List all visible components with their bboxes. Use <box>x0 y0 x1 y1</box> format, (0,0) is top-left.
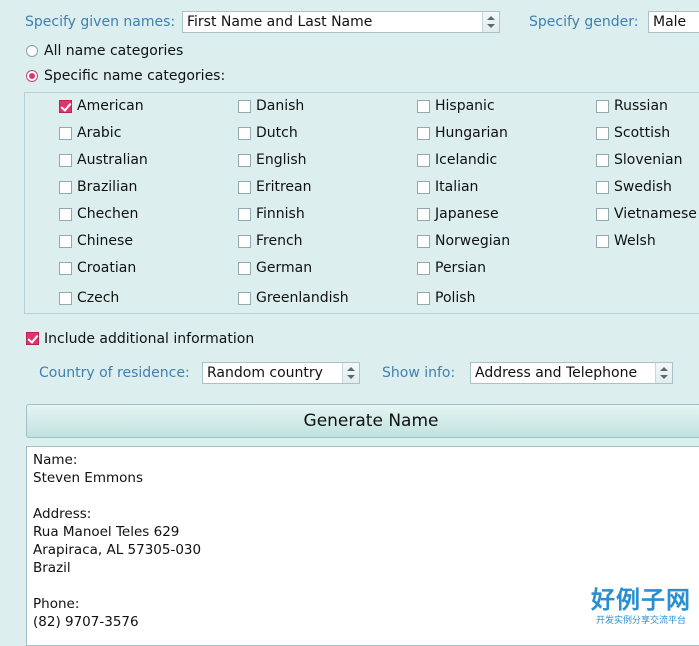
category-checkbox-arabic[interactable] <box>59 127 72 140</box>
category-checkbox-french[interactable] <box>238 235 251 248</box>
category-label-icelandic: Icelandic <box>435 152 498 168</box>
category-label-american: American <box>77 98 144 114</box>
category-checkbox-english[interactable] <box>238 154 251 167</box>
include-additional-checkbox[interactable] <box>26 332 39 345</box>
category-checkbox-welsh[interactable] <box>596 235 609 248</box>
specific-categories-radio[interactable] <box>26 70 38 82</box>
given-names-label: Specify given names: <box>25 14 176 30</box>
category-label-czech: Czech <box>77 290 120 306</box>
category-label-polish: Polish <box>435 290 476 306</box>
category-label-slovenian: Slovenian <box>614 152 683 168</box>
category-label-brazilian: Brazilian <box>77 179 138 195</box>
category-label-persian: Persian <box>435 260 486 276</box>
category-label-australian: Australian <box>77 152 148 168</box>
category-checkbox-slovenian[interactable] <box>596 154 609 167</box>
country-spinner-icon[interactable] <box>342 363 359 383</box>
watermark-logo: 好例子网 开发实例分享交流平台 <box>591 580 691 626</box>
category-label-greenlandish: Greenlandish <box>256 290 349 306</box>
category-label-english: English <box>256 152 307 168</box>
all-categories-label: All name categories <box>44 43 184 59</box>
category-label-german: German <box>256 260 313 276</box>
gender-label: Specify gender: <box>529 14 639 30</box>
given-names-value: First Name and Last Name <box>187 14 373 30</box>
output-line: Arapiraca, AL 57305-030 <box>33 542 202 558</box>
output-line: Brazil <box>33 560 71 576</box>
category-checkbox-hispanic[interactable] <box>417 100 430 113</box>
category-checkbox-italian[interactable] <box>417 181 430 194</box>
category-checkbox-chinese[interactable] <box>59 235 72 248</box>
generate-name-button[interactable]: Generate Name <box>26 404 699 438</box>
category-checkbox-russian[interactable] <box>596 100 609 113</box>
gender-select[interactable]: Male <box>648 11 699 33</box>
category-label-italian: Italian <box>435 179 479 195</box>
category-label-chinese: Chinese <box>77 233 133 249</box>
country-value: Random country <box>207 365 323 381</box>
category-label-chechen: Chechen <box>77 206 139 222</box>
include-additional-label: Include additional information <box>44 331 255 347</box>
all-categories-radio[interactable] <box>26 45 38 57</box>
category-checkbox-icelandic[interactable] <box>417 154 430 167</box>
category-label-russian: Russian <box>614 98 668 114</box>
category-checkbox-polish[interactable] <box>417 292 430 305</box>
category-checkbox-croatian[interactable] <box>59 262 72 275</box>
category-checkbox-japanese[interactable] <box>417 208 430 221</box>
category-checkbox-finnish[interactable] <box>238 208 251 221</box>
category-checkbox-german[interactable] <box>238 262 251 275</box>
category-checkbox-norwegian[interactable] <box>417 235 430 248</box>
category-label-croatian: Croatian <box>77 260 137 276</box>
output-line: Rua Manoel Teles 629 <box>33 524 180 540</box>
category-checkbox-vietnamese[interactable] <box>596 208 609 221</box>
country-select[interactable]: Random country <box>202 362 360 384</box>
category-label-swedish: Swedish <box>614 179 672 195</box>
output-line: Address: <box>33 506 92 522</box>
category-label-arabic: Arabic <box>77 125 122 141</box>
gender-value: Male <box>653 14 687 30</box>
country-label: Country of residence: <box>39 365 190 381</box>
category-checkbox-brazilian[interactable] <box>59 181 72 194</box>
category-checkbox-australian[interactable] <box>59 154 72 167</box>
category-checkbox-hungarian[interactable] <box>417 127 430 140</box>
category-label-french: French <box>256 233 303 249</box>
category-label-hungarian: Hungarian <box>435 125 508 141</box>
categories-group <box>24 92 699 314</box>
show-info-label: Show info: <box>382 365 456 381</box>
watermark-title: 好例子网 <box>591 586 691 614</box>
show-info-select[interactable]: Address and Telephone <box>470 362 673 384</box>
category-label-dutch: Dutch <box>256 125 298 141</box>
output-line: Steven Emmons <box>33 470 143 486</box>
show-info-value: Address and Telephone <box>475 365 638 381</box>
category-checkbox-american[interactable] <box>59 100 72 113</box>
category-label-scottish: Scottish <box>614 125 671 141</box>
category-label-hispanic: Hispanic <box>435 98 495 114</box>
category-label-finnish: Finnish <box>256 206 305 222</box>
category-checkbox-czech[interactable] <box>59 292 72 305</box>
category-checkbox-danish[interactable] <box>238 100 251 113</box>
category-label-japanese: Japanese <box>435 206 499 222</box>
category-checkbox-greenlandish[interactable] <box>238 292 251 305</box>
category-label-welsh: Welsh <box>614 233 656 249</box>
category-checkbox-persian[interactable] <box>417 262 430 275</box>
category-checkbox-dutch[interactable] <box>238 127 251 140</box>
specific-categories-label: Specific name categories: <box>44 68 226 84</box>
category-checkbox-scottish[interactable] <box>596 127 609 140</box>
category-label-danish: Danish <box>256 98 305 114</box>
output-line: Name: <box>33 452 78 468</box>
watermark-subtitle: 开发实例分享交流平台 <box>595 616 686 626</box>
category-label-vietnamese: Vietnamese <box>614 206 697 222</box>
category-label-eritrean: Eritrean <box>256 179 312 195</box>
category-checkbox-eritrean[interactable] <box>238 181 251 194</box>
category-checkbox-swedish[interactable] <box>596 181 609 194</box>
category-checkbox-chechen[interactable] <box>59 208 72 221</box>
given-names-select[interactable]: First Name and Last Name <box>182 11 500 33</box>
show-info-spinner-icon[interactable] <box>655 363 672 383</box>
given-names-spinner-icon[interactable] <box>482 12 499 32</box>
category-label-norwegian: Norwegian <box>435 233 511 249</box>
